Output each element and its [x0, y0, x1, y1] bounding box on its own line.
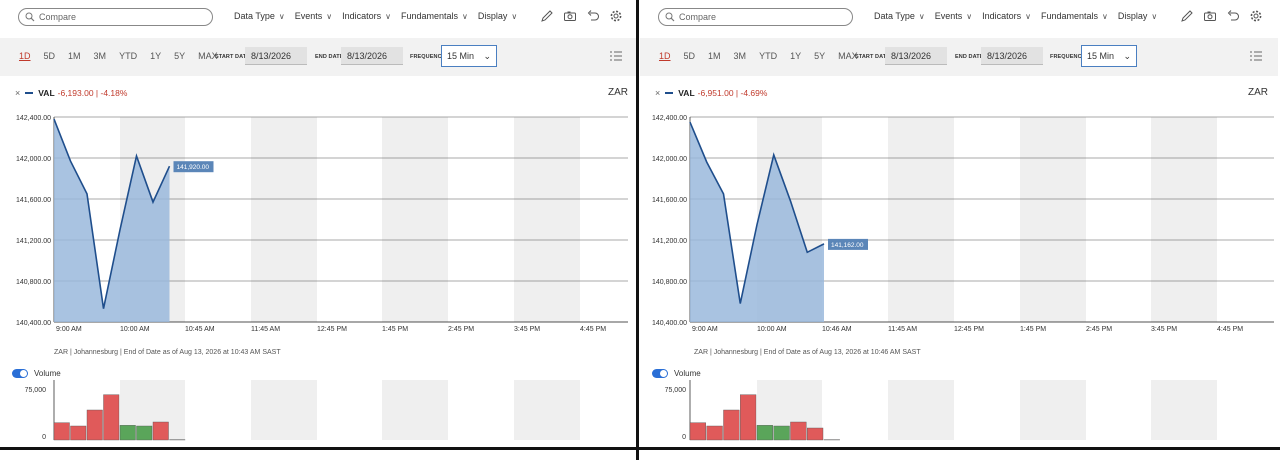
y-tick-label: 140,400.00: [652, 320, 687, 327]
volume-bar: [807, 427, 824, 441]
y-tick-label: 142,400.00: [16, 115, 51, 122]
y-tick-label: 141,200.00: [652, 238, 687, 245]
volume-bar: [136, 425, 153, 441]
x-tick-label: 3:45 PM: [514, 326, 540, 333]
last-price-label: 141,162.00: [831, 242, 864, 249]
x-tick-label: 1:45 PM: [382, 326, 408, 333]
volume-bar: [706, 425, 723, 441]
chart-footnote: ZAR | Johannesburg | End of Date as of A…: [694, 349, 921, 356]
pane-divider: [636, 0, 639, 460]
price-chart: 142,400.00 142,000.00 141,600.00 141,200.00…: [652, 115, 1274, 441]
y-tick-label: 141,200.00: [16, 238, 51, 245]
y-tick-label: 140,800.00: [16, 279, 51, 286]
bottom-edge: [0, 447, 1280, 450]
volume-band: [1020, 380, 1086, 440]
price-chart: 142,400.00 142,000.00 141,600.00 141,200.00…: [16, 115, 628, 441]
time-band: [251, 117, 317, 322]
chart-footnote: ZAR | Johannesburg | End of Date as of A…: [54, 349, 281, 356]
x-tick-label: 4:45 PM: [1217, 326, 1243, 333]
x-tick-label: 10:00 AM: [120, 326, 150, 333]
volume-bar: [773, 425, 790, 441]
y-tick-label: 142,000.00: [16, 156, 51, 163]
x-tick-label: 2:45 PM: [448, 326, 474, 333]
volume-tick-label: 75,000: [25, 387, 47, 394]
volume-bar: [53, 422, 70, 441]
volume-bar: [790, 421, 807, 441]
x-tick-label: 12:45 PM: [954, 326, 984, 333]
volume-tick-label: 0: [682, 434, 686, 441]
volume-bar: [152, 421, 169, 441]
y-tick-label: 141,600.00: [16, 197, 51, 204]
volume-toggle[interactable]: [652, 369, 668, 378]
screenshot-root: Compare Data Type ∨ Events ∨ Indicators ∨ Fund…: [0, 0, 1280, 460]
volume-toggle-row: Volume: [652, 369, 701, 378]
volume-tick-label: 75,000: [665, 387, 687, 394]
y-tick-label: 141,600.00: [652, 197, 687, 204]
x-tick-label: 1:45 PM: [1020, 326, 1046, 333]
last-price-label: 141,920.00: [177, 164, 210, 171]
volume-band: [251, 380, 317, 440]
volume-toggle-row: Volume: [12, 369, 61, 378]
time-band: [514, 117, 580, 322]
x-tick-label: 11:45 AM: [251, 326, 280, 333]
x-tick-label: 2:45 PM: [1086, 326, 1112, 333]
volume-bar: [740, 394, 757, 441]
x-tick-label: 4:45 PM: [580, 326, 606, 333]
x-tick-label: 10:46 AM: [822, 326, 852, 333]
time-band: [382, 117, 448, 322]
x-tick-label: 9:00 AM: [56, 326, 82, 333]
volume-label: Volume: [674, 369, 701, 378]
volume-band: [1151, 380, 1217, 440]
volume-bar: [756, 425, 773, 441]
chart-pane-right: Compare Data Type ∨ Events ∨ Indicators ∨ Fund…: [640, 0, 1278, 446]
y-tick-label: 142,000.00: [652, 156, 687, 163]
volume-bar: [70, 425, 87, 441]
x-tick-label: 3:45 PM: [1151, 326, 1177, 333]
volume-band: [514, 380, 580, 440]
time-band: [888, 117, 954, 322]
x-tick-label: 11:45 AM: [888, 326, 917, 333]
volume-band: [382, 380, 448, 440]
y-tick-label: 140,800.00: [652, 279, 687, 286]
volume-bar: [689, 422, 706, 441]
x-tick-label: 12:45 PM: [317, 326, 347, 333]
volume-tick-label: 0: [42, 434, 46, 441]
volume-band: [888, 380, 954, 440]
volume-bar: [103, 394, 120, 441]
volume-bar: [723, 409, 740, 441]
y-tick-label: 142,400.00: [652, 115, 687, 122]
x-tick-label: 9:00 AM: [692, 326, 718, 333]
x-tick-label: 10:45 AM: [185, 326, 215, 333]
chart-pane-left: Compare Data Type ∨ Events ∨ Indicators ∨ Fund…: [0, 0, 636, 446]
time-band: [1020, 117, 1086, 322]
volume-bar: [119, 425, 136, 441]
volume-label: Volume: [34, 369, 61, 378]
time-band: [1151, 117, 1217, 322]
volume-toggle[interactable]: [12, 369, 28, 378]
x-tick-label: 10:00 AM: [757, 326, 787, 333]
volume-bar: [86, 409, 103, 441]
y-tick-label: 140,400.00: [16, 320, 51, 327]
